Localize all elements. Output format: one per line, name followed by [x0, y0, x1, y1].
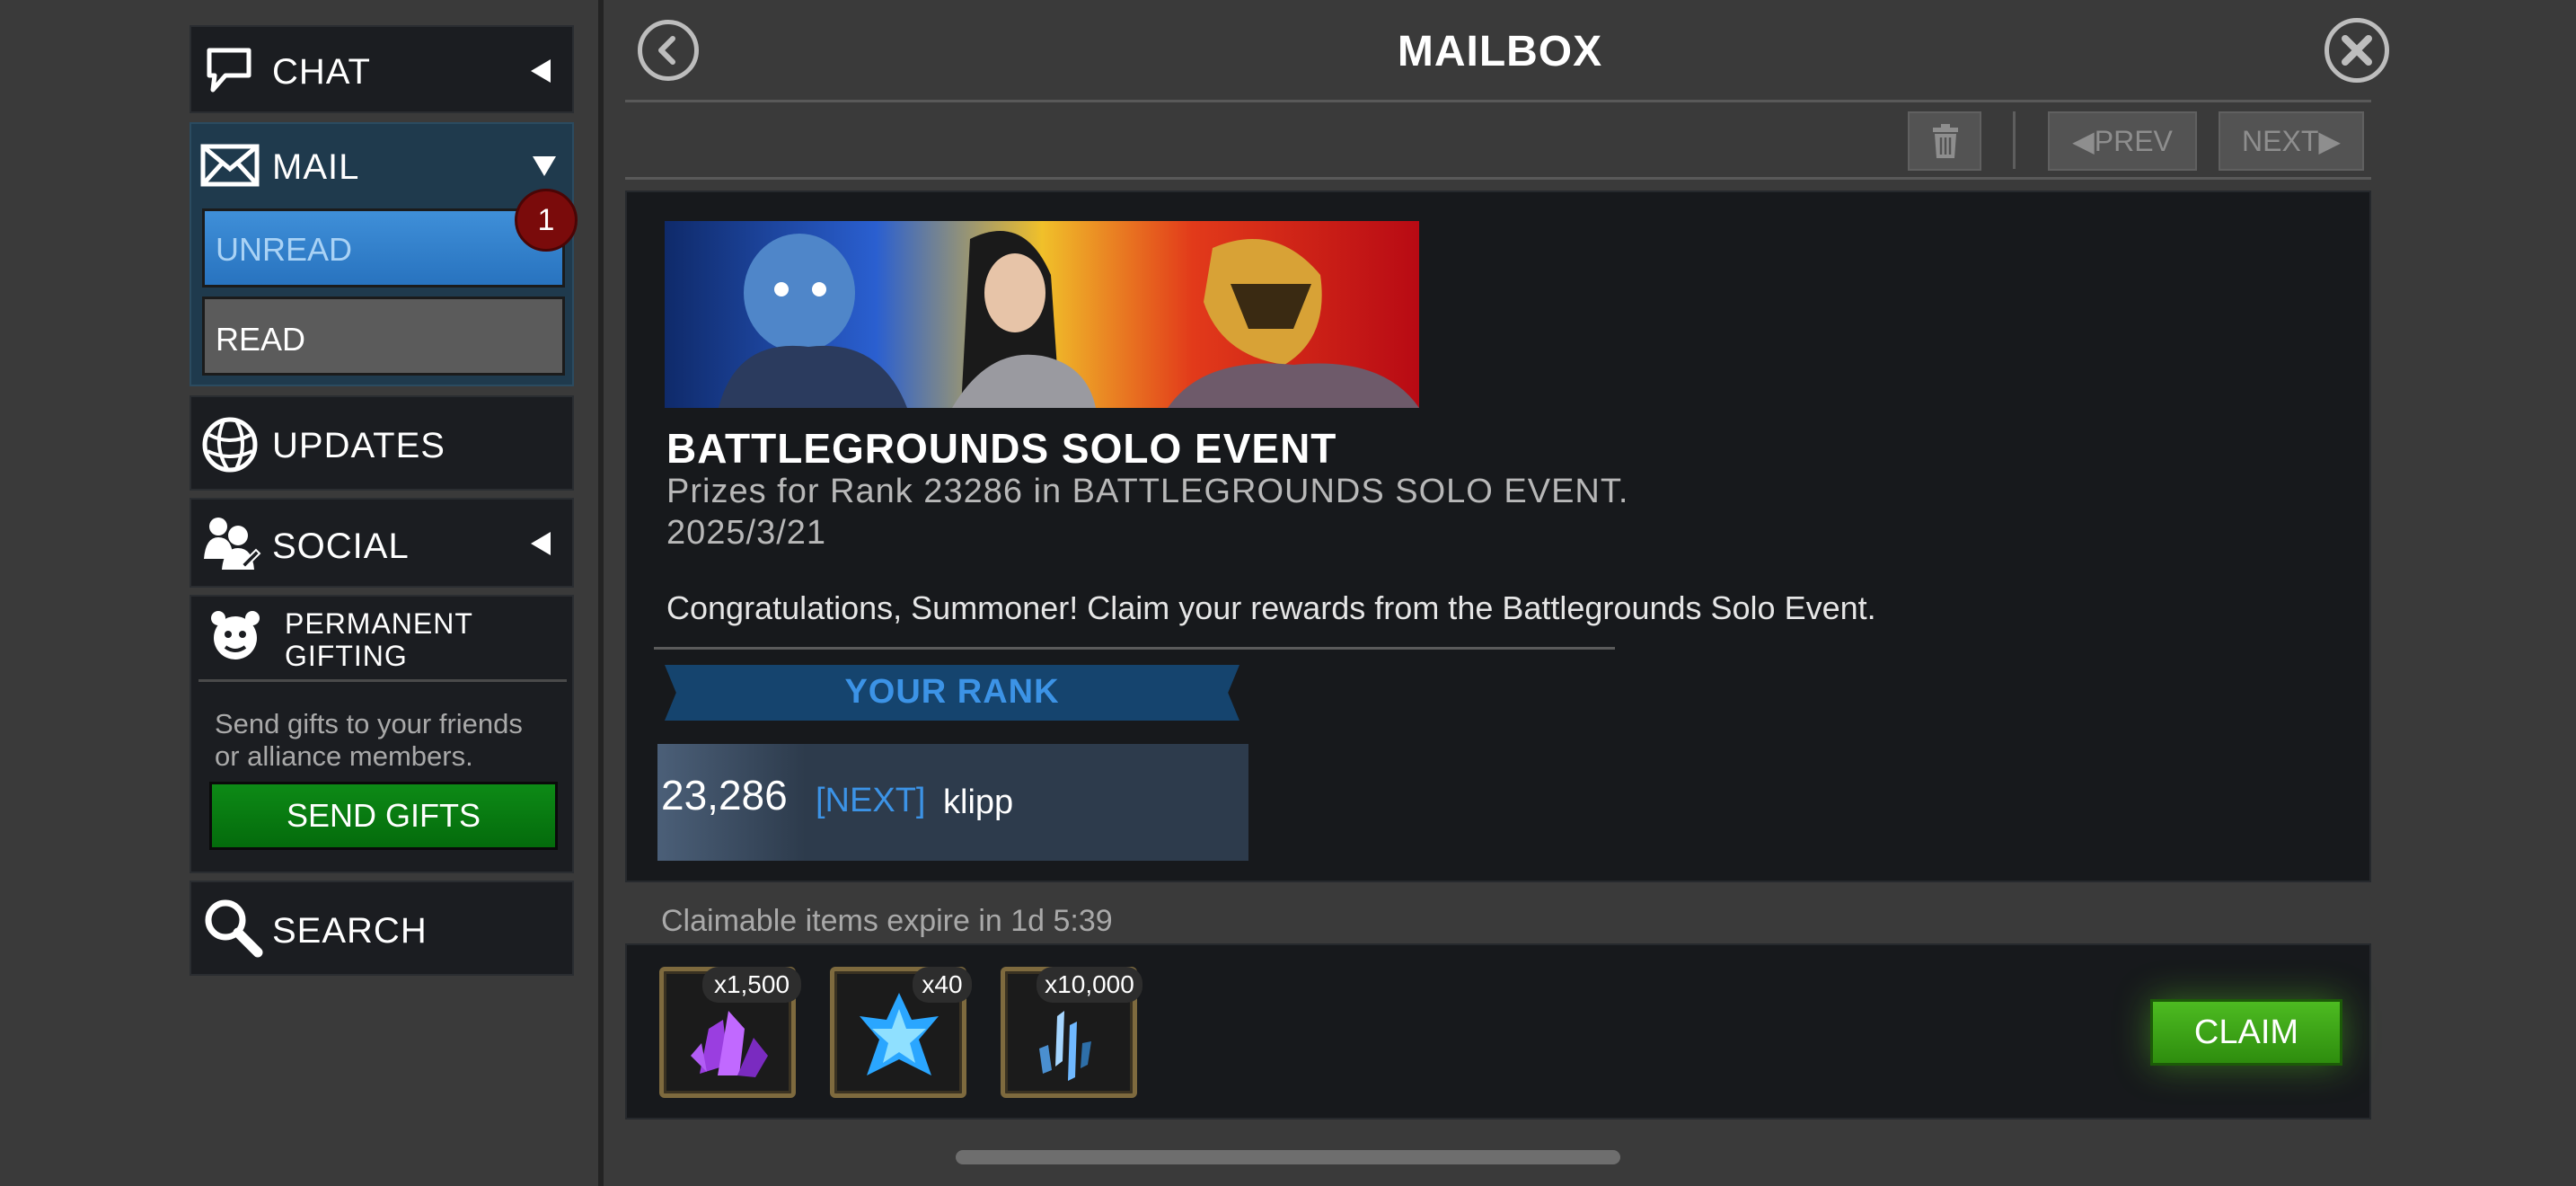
- toolbar-divider: [625, 177, 2371, 180]
- next-arrow-icon: ▶: [2318, 125, 2341, 157]
- mail-filter-read[interactable]: READ: [202, 296, 565, 376]
- gifting-title-line2: GIFTING: [285, 640, 408, 672]
- permanent-gifting-panel: PERMANENT GIFTING Send gifts to your fri…: [190, 595, 574, 873]
- close-icon: [2342, 35, 2372, 66]
- sidebar-item-social[interactable]: SOCIAL: [190, 498, 574, 588]
- reward-qty: x1,500: [702, 967, 801, 1003]
- send-gifts-button[interactable]: SEND GIFTS: [209, 782, 558, 850]
- purple-crystal-shards-icon: [691, 1011, 768, 1077]
- prev-arrow-icon: ◀: [2072, 125, 2095, 157]
- blue-crystal-icon: [860, 993, 939, 1075]
- sidebar-item-updates[interactable]: UPDATES: [190, 395, 574, 491]
- sidebar-item-label: SEARCH: [272, 911, 428, 951]
- gift-mascot-icon: [211, 611, 260, 659]
- rank-value: 23,286: [661, 772, 788, 819]
- gifting-title-line1: PERMANENT: [285, 607, 473, 640]
- your-rank-header: YOUR RANK: [665, 665, 1239, 721]
- sidebar-section-mail: MAIL UNREAD 1 READ: [190, 122, 578, 386]
- sidebar-item-label: UPDATES: [272, 426, 446, 465]
- collapse-arrow-icon: [531, 532, 551, 555]
- claim-button[interactable]: CLAIM: [2150, 999, 2342, 1066]
- next-button[interactable]: NEXT▶: [2219, 111, 2364, 171]
- delete-button[interactable]: [1908, 111, 1981, 171]
- collapse-arrow-icon: [531, 59, 551, 83]
- player-name: klipp: [943, 783, 1014, 821]
- sidebar-item-label: SOCIAL: [272, 527, 410, 566]
- message-panel: BATTLEGROUNDS SOLO EVENT Prizes for Rank…: [625, 190, 2371, 882]
- globe-icon: [202, 417, 258, 473]
- unread-label: UNREAD: [216, 231, 353, 268]
- sidebar-item-chat[interactable]: CHAT: [190, 25, 574, 113]
- rank-row: 23,286 [NEXT] klipp: [657, 744, 1248, 861]
- close-button[interactable]: [2325, 18, 2389, 83]
- gifting-desc-line1: Send gifts to your friends: [215, 708, 523, 739]
- gifting-desc-line2: or alliance members.: [215, 740, 473, 772]
- rank-next-tag: [NEXT]: [816, 782, 926, 819]
- prev-label: PREV: [2094, 125, 2173, 157]
- crystal-shards-icon: [1039, 1011, 1091, 1081]
- expand-arrow-icon: [533, 156, 556, 176]
- reward-qty: x40: [913, 967, 972, 1003]
- gifting-divider: [198, 679, 567, 682]
- next-label: NEXT: [2242, 125, 2319, 157]
- reward-qty: x10,000: [1037, 967, 1142, 1003]
- message-separator: [654, 647, 1615, 650]
- mail-filter-unread[interactable]: UNREAD: [202, 208, 565, 288]
- unread-count-badge: 1: [515, 189, 578, 252]
- horizontal-scrollbar[interactable]: [956, 1150, 1620, 1164]
- expire-timer: Claimable items expire in 1d 5:39: [661, 904, 1113, 938]
- message-date: 2025/3/21: [666, 514, 827, 552]
- read-label: READ: [216, 321, 306, 358]
- message-title: BATTLEGROUNDS SOLO EVENT: [666, 425, 1337, 472]
- sidebar-divider: [598, 0, 604, 1186]
- social-people-icon: [204, 518, 261, 570]
- header-divider: [625, 100, 2371, 102]
- trash-icon: [1933, 124, 1958, 158]
- chat-bubble-icon: [207, 48, 251, 93]
- event-banner-image: [665, 221, 1419, 408]
- message-body: Congratulations, Summoner! Claim your re…: [666, 589, 1876, 626]
- page-title: MAILBOX: [1397, 28, 1603, 75]
- prev-button[interactable]: ◀PREV: [2048, 111, 2197, 171]
- rewards-panel: x1,500 x40 x10,000 CLAIM: [625, 943, 2371, 1120]
- toolbar-separator: [2013, 111, 2016, 169]
- back-button[interactable]: [638, 20, 699, 81]
- sidebar-item-label: CHAT: [272, 52, 371, 92]
- chevron-left-icon: [658, 36, 675, 65]
- message-subtitle: Prizes for Rank 23286 in BATTLEGROUNDS S…: [666, 473, 1629, 510]
- sidebar-item-label: MAIL: [272, 147, 360, 187]
- envelope-icon: [200, 144, 260, 187]
- search-icon: [205, 899, 263, 958]
- sidebar-item-search[interactable]: SEARCH: [190, 881, 574, 976]
- sidebar-item-mail[interactable]: MAIL: [191, 124, 572, 207]
